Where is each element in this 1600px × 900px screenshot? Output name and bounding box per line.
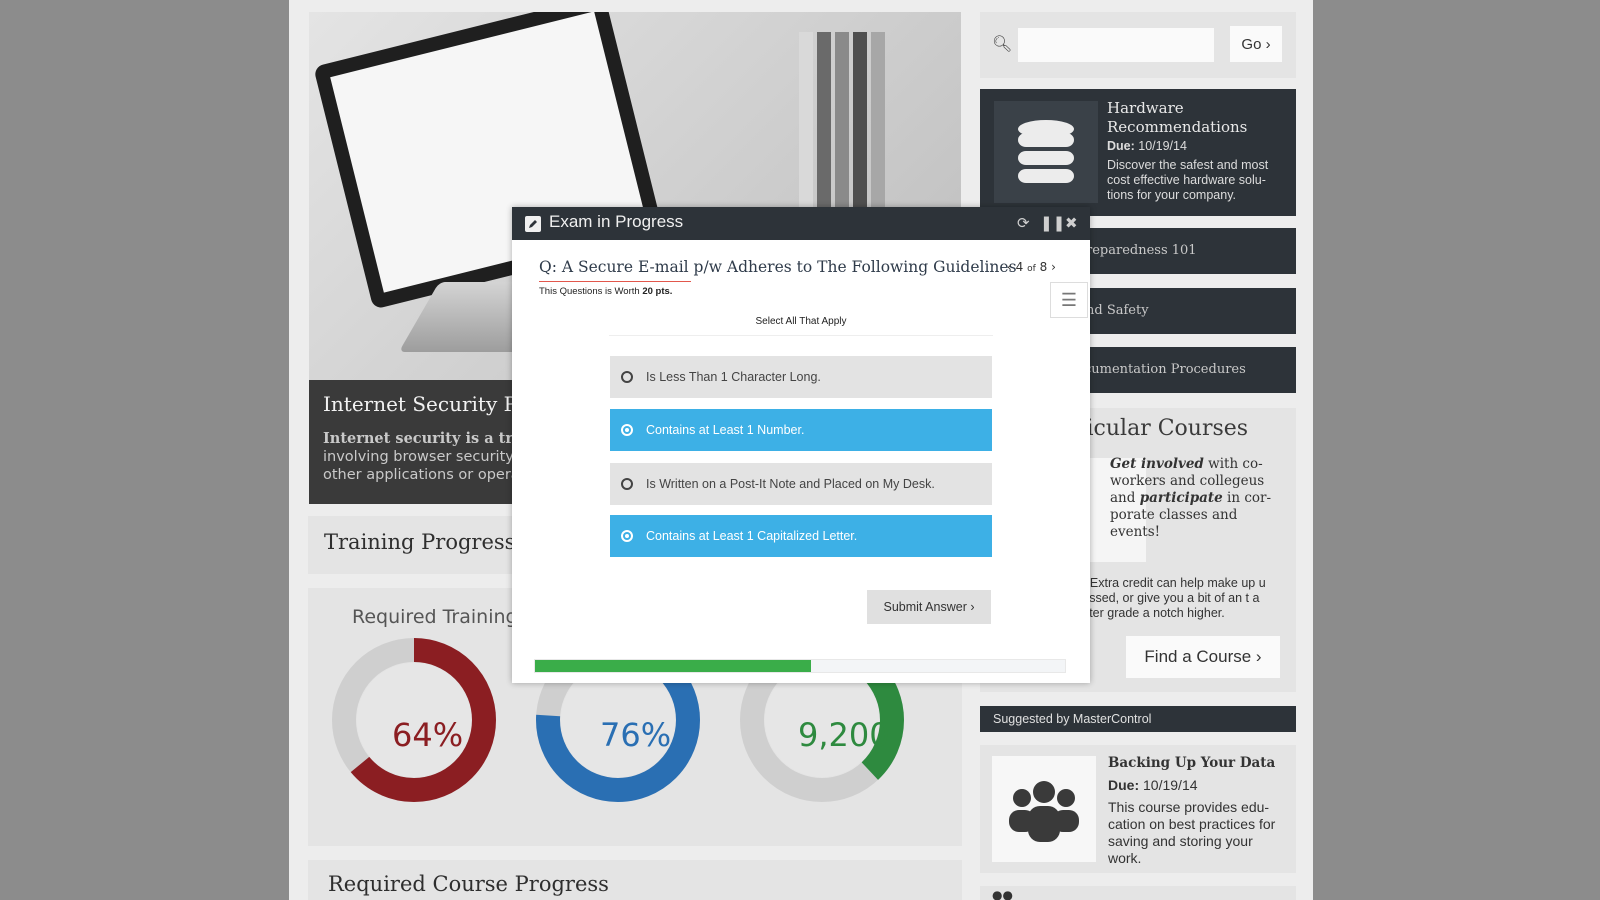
- body-emphasis: participate: [1139, 490, 1223, 506]
- backup-course-desc: This course provides edu-cation on best …: [1108, 799, 1276, 866]
- due-label: Due:: [1108, 777, 1140, 793]
- users-group-icon: ●●: [992, 888, 1013, 900]
- extracurricular-note: t? Extra credit can help make up u misse…: [1076, 576, 1266, 620]
- submit-answer-button[interactable]: Submit Answer ›: [867, 590, 991, 624]
- pager-current: 4: [1015, 260, 1024, 274]
- prev-question-icon[interactable]: ‹: [1007, 260, 1012, 274]
- extracurricular-body: Get involved with co-workers and college…: [1110, 456, 1282, 541]
- third-donut-value: 9,200: [798, 716, 890, 754]
- hero-title: Internet Security Pol: [323, 392, 535, 416]
- required-course-title: Required Course Progress: [328, 872, 609, 896]
- exam-progress-fill: [535, 660, 811, 672]
- question-worth: This Questions is Worth 20 pts.: [539, 286, 672, 297]
- pager-total: 8: [1039, 260, 1048, 274]
- radio-icon: [621, 530, 633, 542]
- suggested-label: Suggested by MasterControl: [993, 712, 1152, 726]
- answer-label: Is Less Than 1 Character Long.: [646, 370, 821, 384]
- question-title: Q: A Secure E-mail p/w Adheres to The Fo…: [539, 258, 1017, 276]
- featured-course-title: Hardware Recommendations: [1107, 99, 1248, 136]
- modal-header: Exam in Progress ⟳ ❚❚ ✖: [512, 207, 1090, 240]
- go-button[interactable]: Go ›: [1230, 26, 1282, 62]
- instruction-text: Select All That Apply: [755, 316, 847, 327]
- radio-icon: [621, 424, 633, 436]
- find-course-button[interactable]: Find a Course ›: [1126, 636, 1280, 678]
- due-date: 10/19/14: [1138, 139, 1187, 153]
- answer-label: Contains at Least 1 Capitalized Letter.: [646, 529, 858, 543]
- radio-icon: [621, 371, 633, 383]
- required-course-header: Required Course Progress: [308, 860, 962, 900]
- worth-points: 20 pts.: [642, 286, 673, 297]
- due-date: 10/19/14: [1143, 777, 1198, 793]
- divider: [609, 335, 993, 336]
- pager-of: of: [1027, 264, 1036, 274]
- backup-course-card[interactable]: Backing Up Your Data Due: 10/19/14 This …: [980, 745, 1296, 873]
- course-strip-label: nd Safety: [1086, 303, 1149, 318]
- close-icon[interactable]: ✖: [1065, 214, 1078, 232]
- exam-modal: Exam in Progress ⟳ ❚❚ ✖ Q: A Secure E-ma…: [512, 207, 1090, 683]
- worth-prefix: This Questions is Worth: [539, 286, 640, 297]
- course-strip-label: reparedness 101: [1086, 243, 1197, 258]
- search-input[interactable]: [1018, 28, 1214, 62]
- second-donut-value: 76%: [600, 716, 672, 754]
- answer-option[interactable]: Is Written on a Post-It Note and Placed …: [610, 463, 992, 505]
- pause-icon[interactable]: ❚❚: [1040, 214, 1065, 232]
- database-icon: [994, 101, 1098, 203]
- suggested-banner: Suggested by MasterControl: [980, 706, 1296, 732]
- training-progress-title: Training Progress: [324, 530, 516, 554]
- question-pager: ‹ 4 of 8 ›: [1007, 260, 1056, 274]
- radio-icon: [621, 478, 633, 490]
- next-course-card[interactable]: ●●: [980, 886, 1296, 900]
- answer-option[interactable]: Contains at Least 1 Number.: [610, 409, 992, 451]
- backup-course-title: Backing Up Your Data: [1108, 755, 1276, 771]
- answer-label: Contains at Least 1 Number.: [646, 423, 805, 437]
- featured-due: Due: 10/19/14: [1107, 139, 1187, 153]
- find-course-label: Find a Course: [1144, 647, 1252, 666]
- extracurricular-title: ricular Courses: [1076, 416, 1249, 441]
- course-strip-label: cumentation Procedures: [1084, 362, 1246, 377]
- users-group-icon: [992, 756, 1096, 862]
- answer-option[interactable]: Contains at Least 1 Capitalized Letter.: [610, 515, 992, 557]
- answer-option[interactable]: Is Less Than 1 Character Long.: [610, 356, 992, 398]
- go-label: Go: [1241, 35, 1262, 53]
- backup-due: Due: 10/19/14: [1108, 777, 1198, 793]
- featured-course-desc: Discover the safest and most cost effect…: [1107, 158, 1269, 202]
- modal-title: Exam in Progress: [549, 212, 684, 231]
- search-icon[interactable]: 🔍︎: [992, 34, 1012, 53]
- search-box: 🔍︎ Go ›: [980, 12, 1296, 78]
- due-label: Due:: [1107, 139, 1135, 153]
- refresh-icon[interactable]: ⟳: [1017, 214, 1030, 232]
- submit-label: Submit Answer: [883, 600, 967, 614]
- answer-label: Is Written on a Post-It Note and Placed …: [646, 477, 935, 491]
- required-training-value: 64%: [392, 716, 464, 754]
- next-question-icon[interactable]: ›: [1051, 260, 1056, 274]
- body-emphasis: Get involved: [1110, 456, 1204, 472]
- exam-progress-bar: [534, 659, 1066, 673]
- edit-icon: [525, 216, 541, 232]
- question-underline: [539, 281, 691, 282]
- featured-course-card[interactable]: Hardware Recommendations Due: 10/19/14 D…: [980, 89, 1296, 216]
- hamburger-menu-icon[interactable]: ☰: [1050, 282, 1088, 318]
